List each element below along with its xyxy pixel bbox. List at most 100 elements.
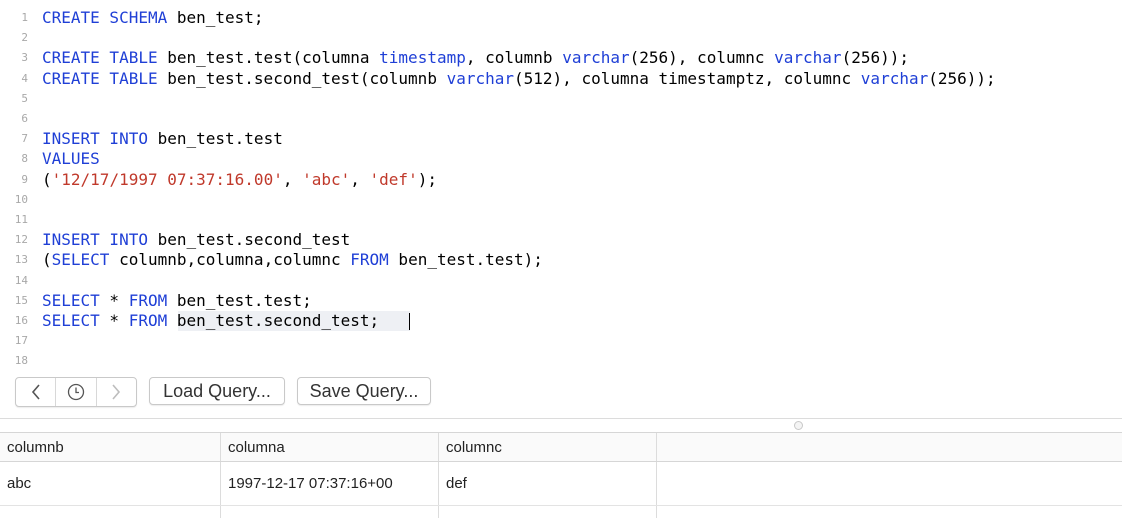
sql-text: ben_test; [167, 8, 264, 27]
sql-keyword: varchar [446, 68, 515, 88]
sql-string: 'def' [369, 169, 418, 189]
sql-string: 'abc' [302, 169, 351, 189]
code-line[interactable]: 2 [0, 28, 1122, 48]
table-cell-empty [439, 506, 657, 518]
line-number: 18 [14, 354, 28, 366]
sql-text: , columnb [465, 48, 563, 68]
history-button[interactable] [56, 378, 97, 406]
code-line[interactable]: 7 INSERT INTO ben_test.test [0, 129, 1122, 149]
line-number: 14 [14, 273, 28, 287]
code-line[interactable]: 14 [0, 271, 1122, 291]
code-line[interactable]: 11 [0, 210, 1122, 230]
sql-text: , [282, 169, 303, 189]
sql-string: '12/17/1997 07:37:16.00' [51, 169, 283, 189]
code-text: CREATE SCHEMA ben_test; [42, 8, 264, 28]
table-cell: def [439, 462, 657, 505]
back-button[interactable] [16, 378, 57, 406]
column-header-columnc[interactable]: columnc [439, 433, 657, 461]
sql-keyword: INSERT INTO [42, 129, 148, 149]
sql-text: ( [42, 250, 52, 270]
code-line[interactable]: 3 CREATE TABLE ben_test.test(columna time… [0, 48, 1122, 68]
sql-keyword: CREATE TABLE [42, 48, 158, 68]
line-number: 2 [21, 31, 28, 45]
column-header-empty [657, 433, 1122, 461]
code-text: CREATE TABLE ben_test.second_test(column… [42, 69, 996, 89]
code-line[interactable]: 17 [0, 331, 1122, 351]
table-cell: 1997-12-17 07:37:16+00 [221, 462, 439, 505]
line-number: 4 [21, 71, 28, 85]
line-number: 6 [21, 112, 28, 125]
results-panel: columnb columna columnc abc 1997-12-17 0… [0, 418, 1122, 518]
results-header: columnb columna columnc [0, 432, 1122, 462]
code-line[interactable]: 16 SELECT * FROM ben_test.second_test; [0, 311, 1122, 331]
code-line[interactable]: 8 VALUES [0, 149, 1122, 169]
table-cell-empty [0, 506, 221, 518]
line-number: 17 [14, 334, 28, 348]
results-grid: columnb columna columnc abc 1997-12-17 0… [0, 432, 1122, 518]
column-header-columna[interactable]: columna [221, 433, 439, 461]
sql-text: ); [417, 169, 437, 189]
sql-text: ben_test.test [147, 129, 283, 149]
code-line[interactable]: 12 INSERT INTO ben_test.second_test [0, 230, 1122, 250]
code-line[interactable]: 5 [0, 89, 1122, 109]
sql-text: ben_test.second_test [147, 230, 351, 250]
sql-keyword: SELECT [42, 290, 100, 310]
table-cell: abc [0, 462, 221, 505]
clock-icon [67, 383, 85, 401]
code-line[interactable]: 9 ('12/17/1997 07:37:16.00', 'abc', 'def'… [0, 170, 1122, 190]
sql-keyword: FROM [350, 250, 389, 270]
line-number: 9 [21, 172, 28, 186]
line-number: 5 [21, 91, 28, 105]
line-number: 16 [14, 314, 28, 327]
sql-text: , [350, 169, 370, 189]
line-number: 3 [21, 51, 28, 65]
sql-text: ben_test.test; [167, 290, 312, 310]
code-line[interactable]: 13 (SELECT columnb,columna,columnc FROM b… [0, 250, 1122, 270]
table-cell-empty [221, 506, 439, 518]
query-toolbar: Load Query... Save Query... [0, 366, 1122, 418]
load-query-button[interactable]: Load Query... [149, 377, 285, 405]
code-text: SELECT * FROM ben_test.test; [42, 291, 312, 311]
sql-text: * [99, 290, 129, 310]
line-number: 15 [14, 293, 28, 307]
table-row[interactable]: abc 1997-12-17 07:37:16+00 def [0, 462, 1122, 506]
table-cell-empty [657, 462, 1122, 505]
code-text: ('12/17/1997 07:37:16.00', 'abc', 'def')… [42, 170, 437, 190]
code-line[interactable]: 6 [0, 109, 1122, 129]
column-header-columnb[interactable]: columnb [0, 433, 221, 461]
sql-keyword: VALUES [42, 149, 100, 169]
chevron-right-icon [112, 384, 121, 400]
line-number: 7 [21, 132, 28, 146]
save-query-button[interactable]: Save Query... [297, 377, 431, 405]
text-caret [409, 313, 410, 330]
sql-text: ben_test.second_test(columnb [157, 68, 447, 88]
sql-keyword: INSERT INTO [42, 230, 148, 250]
sql-keyword: FROM [128, 290, 168, 310]
code-line[interactable]: 10 [0, 190, 1122, 210]
sql-text: * [99, 311, 129, 330]
sql-text: ben_test.second_test; [167, 311, 380, 330]
sql-keyword: SELECT [42, 311, 100, 330]
sql-editor[interactable]: 1 CREATE SCHEMA ben_test; 2 3 CREATE TABLE b… [0, 0, 1122, 366]
sql-text: (256)); [841, 48, 909, 68]
code-line[interactable]: 1 CREATE SCHEMA ben_test; [0, 8, 1122, 28]
code-line[interactable]: 18 [0, 351, 1122, 366]
code-line[interactable]: 4 CREATE TABLE ben_test.second_test(colum… [0, 69, 1122, 89]
sql-text: ben_test.test); [388, 250, 543, 270]
line-number: 10 [14, 192, 28, 206]
line-number: 12 [14, 233, 28, 247]
sql-keyword: varchar [774, 48, 842, 68]
sql-keyword: CREATE SCHEMA [42, 8, 168, 27]
sql-text: ben_test.test(columna [157, 48, 380, 68]
code-line[interactable]: 15 SELECT * FROM ben_test.test; [0, 291, 1122, 311]
line-number: 8 [21, 152, 28, 166]
sql-keyword: SELECT [51, 250, 110, 270]
code-text: INSERT INTO ben_test.second_test [42, 230, 350, 250]
sql-keyword: CREATE TABLE [42, 68, 158, 88]
forward-button[interactable] [97, 378, 136, 406]
table-cell-empty [657, 506, 1122, 518]
splitter-handle[interactable] [794, 421, 803, 430]
line-number: 1 [21, 11, 28, 24]
sql-text: ( [42, 169, 52, 189]
code-text: CREATE TABLE ben_test.test(columna times… [42, 48, 909, 68]
